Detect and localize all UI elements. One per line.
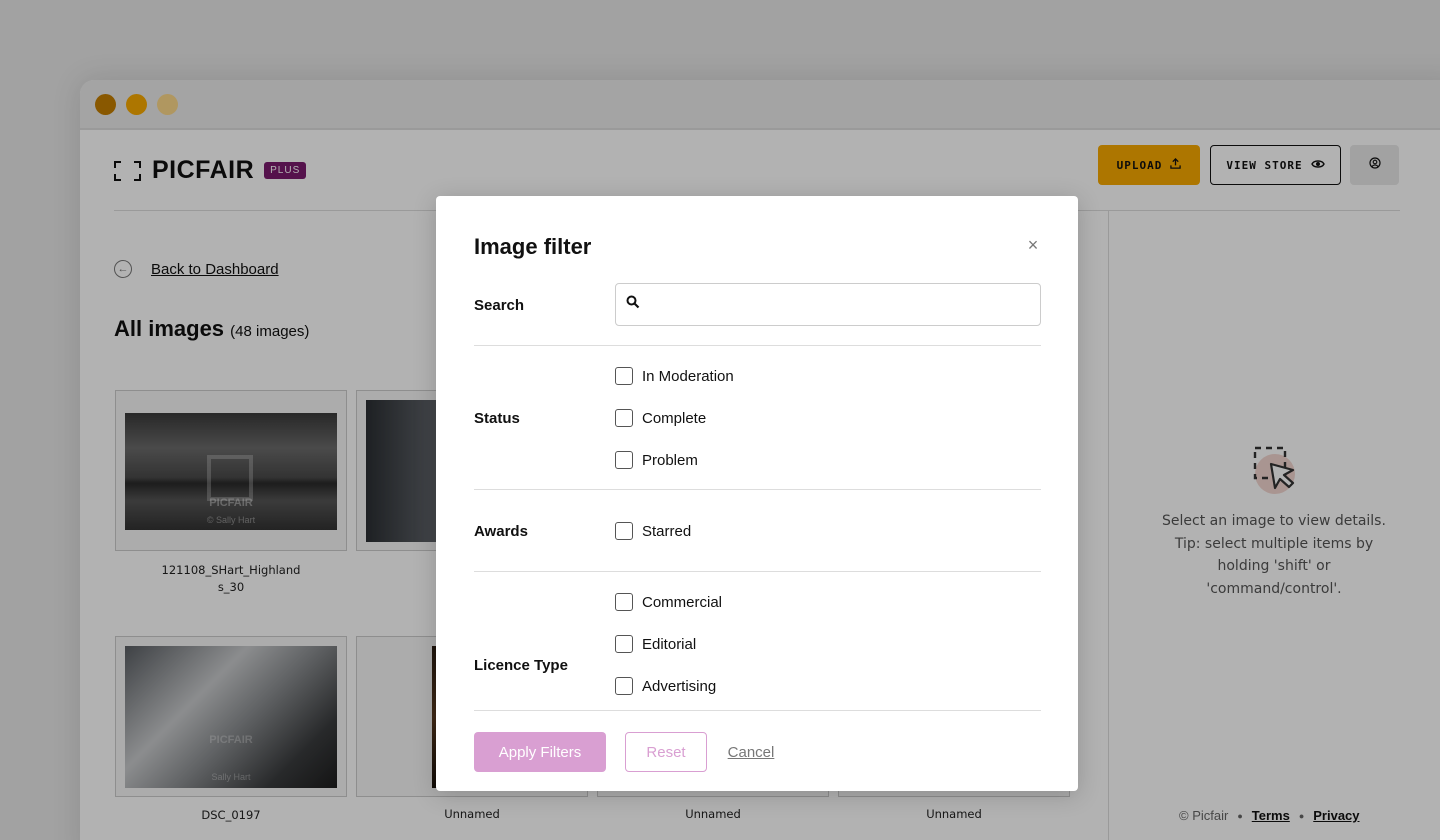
- status-label: Status: [474, 410, 520, 427]
- checkbox-label: Advertising: [642, 677, 717, 695]
- reset-button[interactable]: Reset: [625, 732, 707, 772]
- modal-title: Image filter: [474, 234, 592, 259]
- checkbox-label: Complete: [642, 409, 707, 427]
- checkbox-box[interactable]: [615, 451, 633, 469]
- apply-filters-button[interactable]: Apply Filters: [474, 732, 606, 772]
- search-icon: [626, 295, 640, 314]
- section-divider: [474, 489, 1041, 490]
- search-field[interactable]: [615, 283, 1041, 326]
- checkbox-box[interactable]: [615, 367, 633, 385]
- checkbox-label: Problem: [642, 451, 698, 469]
- checkbox-label: In Moderation: [642, 367, 734, 385]
- checkbox-box[interactable]: [615, 522, 633, 540]
- checkbox-label: Commercial: [642, 593, 723, 611]
- status-in-moderation-checkbox[interactable]: In Moderation: [615, 367, 734, 385]
- status-complete-checkbox[interactable]: Complete: [615, 409, 706, 427]
- status-problem-checkbox[interactable]: Problem: [615, 451, 698, 469]
- awards-label: Awards: [474, 523, 528, 540]
- licence-editorial-checkbox[interactable]: Editorial: [615, 635, 696, 653]
- licence-type-label: Licence Type: [474, 657, 568, 674]
- search-input[interactable]: [648, 286, 1040, 323]
- licence-commercial-checkbox[interactable]: Commercial: [615, 593, 722, 611]
- section-divider: [474, 571, 1041, 572]
- checkbox-label: Starred: [642, 522, 692, 540]
- image-filter-modal: Image filter × Search Status In Moderati…: [436, 196, 1078, 791]
- awards-starred-checkbox[interactable]: Starred: [615, 522, 691, 540]
- checkbox-box[interactable]: [615, 635, 633, 653]
- section-divider: [474, 710, 1041, 711]
- checkbox-box[interactable]: [615, 593, 633, 611]
- section-divider: [474, 345, 1041, 346]
- search-label: Search: [474, 297, 525, 314]
- cancel-link[interactable]: Cancel: [725, 732, 777, 772]
- close-icon[interactable]: ×: [1026, 236, 1040, 254]
- licence-advertising-checkbox[interactable]: Advertising: [615, 677, 716, 695]
- checkbox-box[interactable]: [615, 677, 633, 695]
- checkbox-box[interactable]: [615, 409, 633, 427]
- checkbox-label: Editorial: [642, 635, 697, 653]
